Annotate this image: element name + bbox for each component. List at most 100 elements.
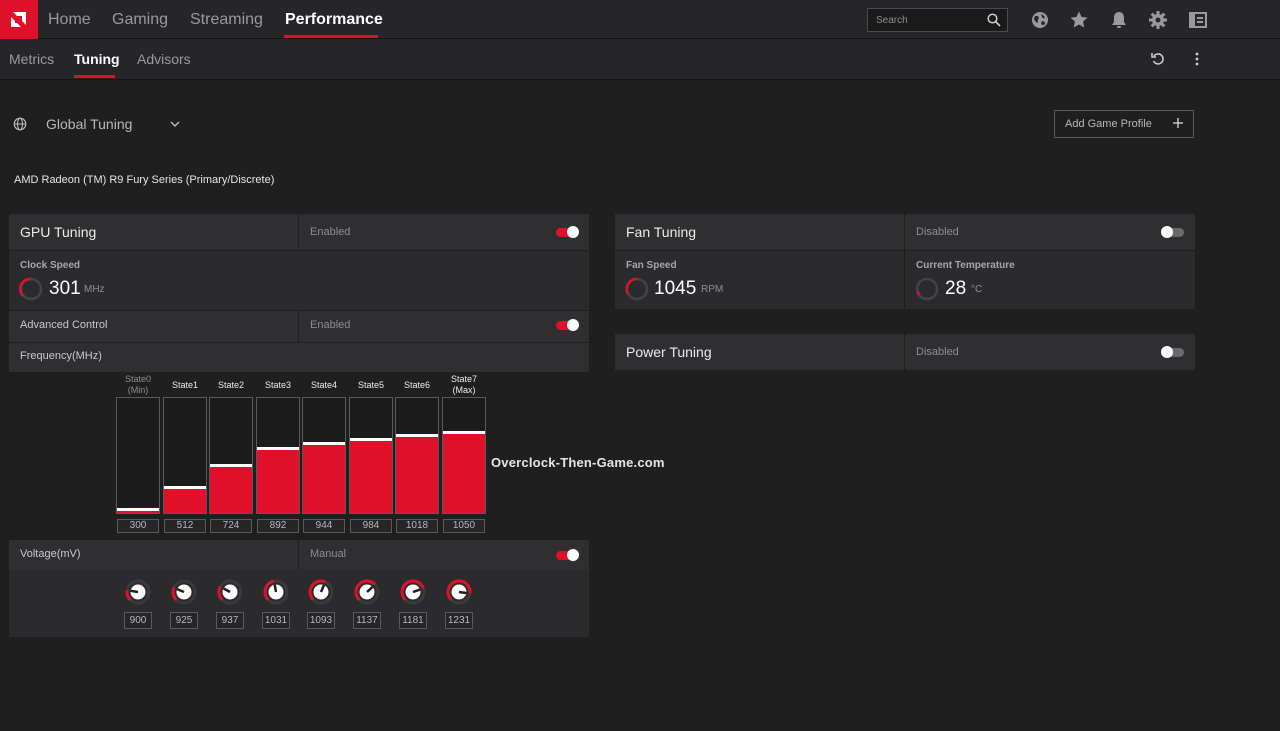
more-options-icon[interactable] — [1189, 51, 1205, 67]
watermark-text: Overclock-Then-Game.com — [491, 455, 665, 470]
current-temperature-value: 28 — [945, 278, 967, 299]
reset-icon[interactable] — [1150, 51, 1166, 67]
frequency-bar-fill — [350, 441, 392, 513]
tab-tuning[interactable]: Tuning — [74, 39, 120, 79]
tab-active-indicator — [74, 75, 115, 78]
voltage-knob-arc — [217, 585, 224, 601]
frequency-slider-handle[interactable] — [117, 508, 159, 511]
fan-speed-gauge-icon — [625, 277, 649, 301]
sidebar-panel-icon[interactable] — [1188, 10, 1208, 30]
state-name: State7 — [450, 374, 478, 384]
search-box[interactable] — [867, 8, 1008, 32]
frequency-bar-fill — [210, 467, 252, 513]
sub-nav-bar: Metrics Tuning Advisors — [0, 39, 1280, 80]
voltage-value-3[interactable]: 1031 — [262, 612, 290, 629]
star-icon[interactable] — [1069, 10, 1089, 30]
frequency-slider-6[interactable] — [395, 397, 439, 514]
voltage-value-2[interactable]: 937 — [216, 612, 244, 629]
frequency-slider-handle[interactable] — [164, 486, 206, 489]
voltage-value-7[interactable]: 1231 — [445, 612, 473, 629]
frequency-value-5[interactable]: 984 — [350, 519, 392, 533]
voltage-value-0[interactable]: 900 — [124, 612, 152, 629]
power-tuning-status: Disabled — [916, 346, 959, 358]
clock-speed-value: 301 — [49, 278, 81, 299]
search-input[interactable] — [876, 13, 976, 28]
frequency-slider-3[interactable] — [256, 397, 300, 514]
voltage-status: Manual — [310, 548, 347, 560]
bell-icon[interactable] — [1109, 10, 1129, 30]
advanced-control-label: Advanced Control — [20, 319, 108, 331]
nav-streaming[interactable]: Streaming — [190, 0, 263, 39]
nav-performance[interactable]: Performance — [285, 0, 383, 39]
plus-icon — [1173, 118, 1183, 128]
voltage-knob-pointer — [458, 590, 467, 595]
frequency-bar-fill — [443, 434, 485, 513]
search-icon[interactable] — [987, 13, 1001, 27]
frequency-slider-handle[interactable] — [443, 431, 485, 434]
frequency-slider-handle[interactable] — [350, 438, 392, 441]
tab-advisors[interactable]: Advisors — [137, 39, 191, 79]
fan-tuning-toggle[interactable] — [1161, 226, 1184, 238]
frequency-value-3[interactable]: 892 — [257, 519, 299, 533]
voltage-value-5[interactable]: 1137 — [353, 612, 381, 629]
voltage-knob-7[interactable] — [445, 578, 473, 606]
nav-gaming[interactable]: Gaming — [112, 0, 168, 39]
frequency-bar-fill — [117, 511, 159, 513]
advanced-control-toggle[interactable] — [556, 319, 579, 331]
gear-icon[interactable] — [1148, 10, 1168, 30]
voltage-knob-3[interactable] — [262, 578, 290, 606]
frequency-slider-5[interactable] — [349, 397, 393, 514]
voltage-toggle[interactable] — [556, 549, 579, 561]
frequency-value-4[interactable]: 944 — [303, 519, 345, 533]
voltage-value-1[interactable]: 925 — [170, 612, 198, 629]
state-label-3: State3 — [255, 380, 301, 391]
amd-logo[interactable] — [0, 0, 38, 39]
amd-logo-icon — [11, 12, 26, 27]
voltage-value-6[interactable]: 1181 — [399, 612, 427, 629]
frequency-slider-4[interactable] — [302, 397, 346, 514]
voltage-knob-4[interactable] — [307, 578, 335, 606]
profile-selector[interactable]: Global Tuning — [46, 116, 132, 132]
frequency-value-7[interactable]: 1050 — [443, 519, 485, 533]
frequency-slider-1[interactable] — [163, 397, 207, 514]
fan-tuning-status: Disabled — [916, 226, 959, 238]
frequency-value-2[interactable]: 724 — [210, 519, 252, 533]
frequency-slider-0[interactable] — [116, 397, 160, 514]
voltage-knob-5[interactable] — [353, 578, 381, 606]
frequency-slider-handle[interactable] — [303, 442, 345, 445]
temperature-gauge-icon — [915, 277, 939, 301]
frequency-value-0[interactable]: 300 — [117, 519, 159, 533]
state-name: State1 — [171, 380, 199, 390]
state-label-5: State5 — [348, 380, 394, 391]
state-name: State4 — [310, 380, 338, 390]
globe-icon[interactable] — [1030, 10, 1050, 30]
voltage-row — [9, 540, 589, 570]
frequency-bar-fill — [303, 445, 345, 513]
add-game-profile-label: Add Game Profile — [1065, 118, 1152, 130]
voltage-knob-arc — [125, 590, 132, 601]
voltage-knob-0[interactable] — [124, 578, 152, 606]
voltage-knob-1[interactable] — [170, 578, 198, 606]
voltage-knob-2[interactable] — [216, 578, 244, 606]
frequency-bar-fill — [257, 450, 299, 513]
frequency-slider-handle[interactable] — [257, 447, 299, 450]
frequency-slider-handle[interactable] — [396, 434, 438, 437]
voltage-knob-6[interactable] — [399, 578, 427, 606]
frequency-slider-7[interactable] — [442, 397, 486, 514]
power-tuning-toggle[interactable] — [1161, 346, 1184, 358]
add-game-profile-button[interactable]: Add Game Profile — [1054, 110, 1194, 138]
voltage-value-4[interactable]: 1093 — [307, 612, 335, 629]
frequency-bar-fill — [396, 437, 438, 513]
frequency-value-6[interactable]: 1018 — [396, 519, 438, 533]
gpu-name: AMD Radeon (TM) R9 Fury Series (Primary/… — [14, 174, 275, 186]
nav-home[interactable]: Home — [48, 0, 91, 39]
gpu-tuning-toggle[interactable] — [556, 226, 579, 238]
frequency-slider-2[interactable] — [209, 397, 253, 514]
chevron-down-icon[interactable] — [169, 118, 181, 130]
frequency-value-1[interactable]: 512 — [164, 519, 206, 533]
state-name: State3 — [264, 380, 292, 390]
profile-globe-icon — [13, 117, 27, 131]
advanced-control-status: Enabled — [310, 319, 351, 331]
tab-metrics[interactable]: Metrics — [9, 39, 54, 79]
frequency-slider-handle[interactable] — [210, 464, 252, 467]
